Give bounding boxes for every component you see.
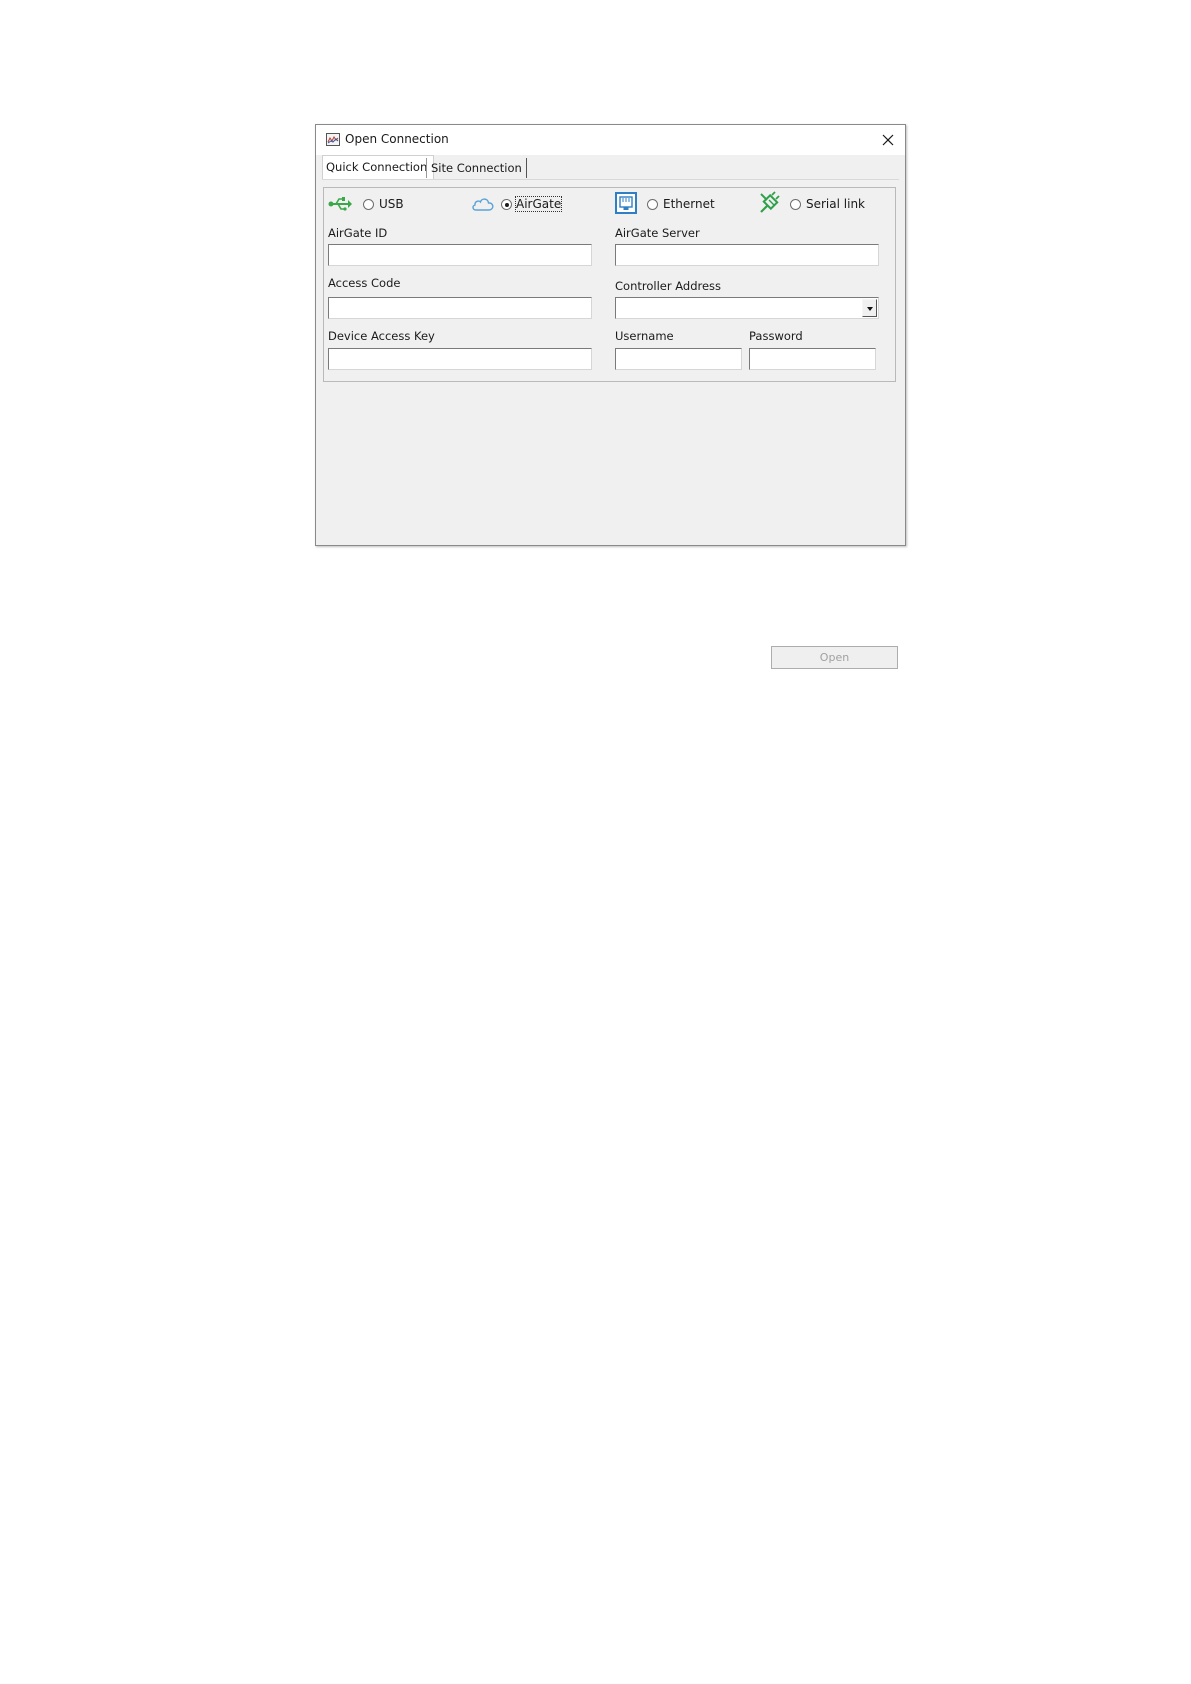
chevron-down-icon[interactable]	[862, 299, 877, 317]
ethernet-label[interactable]: Ethernet	[663, 197, 715, 211]
chart-window-icon	[326, 133, 340, 146]
username-label: Username	[615, 329, 674, 343]
usb-radio[interactable]	[363, 199, 374, 210]
airgate-id-input[interactable]	[328, 244, 592, 266]
airgate-id-label: AirGate ID	[328, 226, 388, 240]
password-input[interactable]	[749, 348, 876, 370]
close-icon	[882, 134, 894, 146]
username-input[interactable]	[615, 348, 742, 370]
airgate-radio[interactable]	[501, 199, 512, 210]
connection-option-usb: USB	[328, 194, 448, 216]
page: Open Connection Quick Connection Site Co…	[0, 0, 1191, 1684]
quick-connection-panel: USB AirGate Ethernet Serial link AirGate…	[322, 179, 899, 538]
access-code-input[interactable]	[328, 297, 592, 319]
connection-settings-group: USB AirGate Ethernet Serial link AirGate…	[323, 187, 896, 382]
password-label: Password	[749, 329, 803, 343]
device-access-key-input[interactable]	[328, 348, 592, 370]
serial-link-label[interactable]: Serial link	[806, 197, 865, 211]
access-code-label: Access Code	[328, 276, 401, 290]
title-bar[interactable]: Open Connection	[316, 125, 905, 155]
tab-strip: Quick Connection Site Connection	[322, 155, 899, 179]
controller-address-label: Controller Address	[615, 279, 722, 293]
device-access-key-label: Device Access Key	[328, 329, 435, 343]
connection-option-ethernet: Ethernet	[615, 192, 735, 218]
connection-option-airgate: AirGate	[471, 194, 591, 216]
controller-address-combobox[interactable]	[615, 297, 879, 319]
ethernet-radio[interactable]	[647, 199, 658, 210]
airgate-server-label: AirGate Server	[615, 226, 700, 240]
usb-icon	[328, 196, 352, 216]
close-button[interactable]	[877, 129, 899, 151]
serial-cable-icon	[758, 191, 782, 219]
tab-quick-connection[interactable]: Quick Connection	[322, 155, 435, 179]
cloud-icon	[471, 196, 495, 216]
connection-option-serial-link: Serial link	[758, 191, 893, 219]
window-title: Open Connection	[345, 132, 449, 146]
usb-label[interactable]: USB	[379, 197, 404, 211]
airgate-label[interactable]: AirGate	[514, 196, 563, 212]
airgate-server-input[interactable]	[615, 244, 879, 266]
open-button[interactable]: Open	[771, 646, 898, 669]
open-connection-dialog: Open Connection Quick Connection Site Co…	[315, 124, 906, 669]
tab-site-connection[interactable]: Site Connection	[426, 158, 527, 178]
serial-link-radio[interactable]	[790, 199, 801, 210]
ethernet-port-icon	[615, 192, 637, 218]
